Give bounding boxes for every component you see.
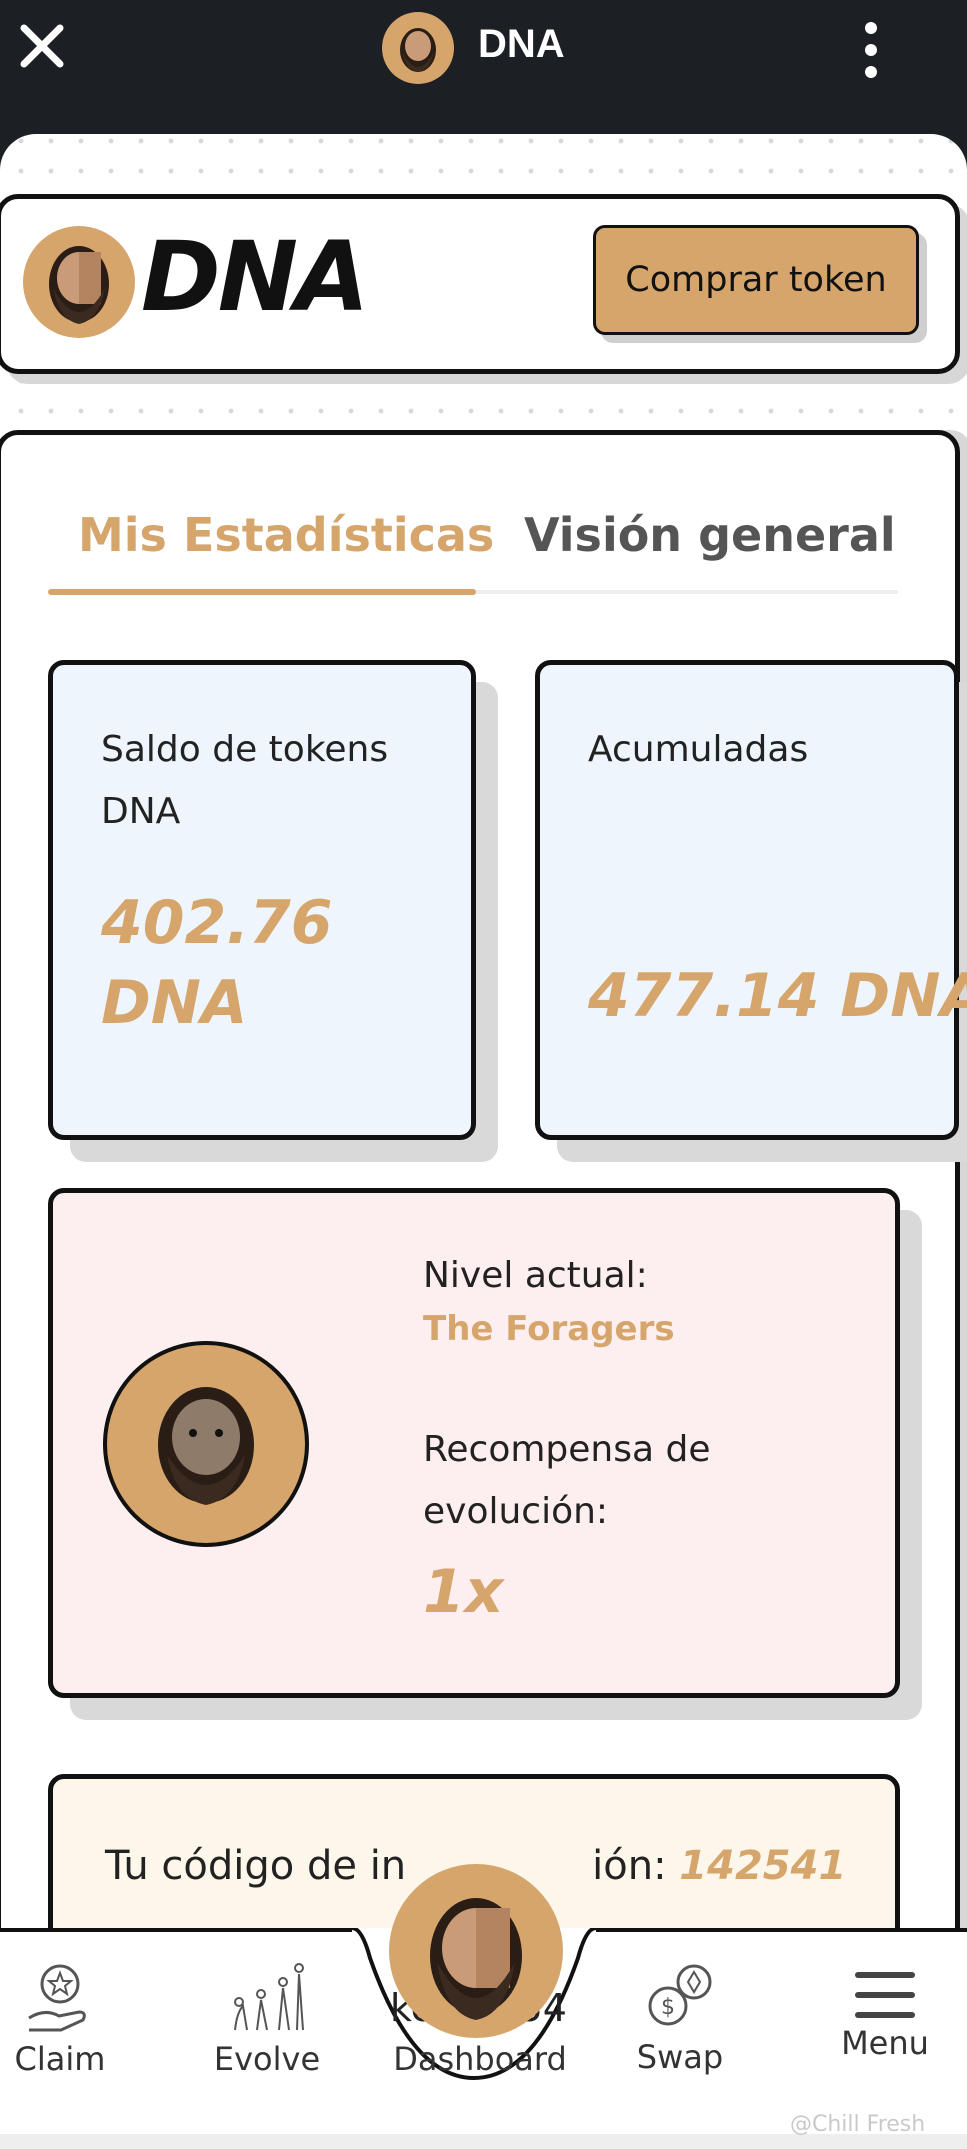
- invite-code: 142541: [679, 1843, 847, 1889]
- nav-menu[interactable]: Menu: [830, 1970, 940, 2062]
- nav-evolve[interactable]: Evolve: [212, 1956, 322, 2078]
- brand-name: DNA: [141, 221, 369, 333]
- forager-avatar-icon: [103, 1341, 309, 1547]
- token-balance-label: Saldo de tokens DNA: [101, 729, 389, 832]
- hamburger-icon: [855, 1972, 915, 2018]
- nav-claim-label: Claim: [14, 2040, 106, 2078]
- token-balance-card: Saldo de tokens DNA 402.76 DNA: [48, 660, 476, 1140]
- current-level-label: Nivel actual:: [423, 1255, 648, 1296]
- current-level-value: The Foragers: [423, 1309, 675, 1349]
- accumulated-label: Acumuladas: [588, 729, 809, 770]
- app-title: DNA: [478, 22, 565, 66]
- brand-header: DNA Comprar token: [0, 194, 960, 374]
- accumulated-card: Acumuladas 477.14 DNA: [535, 660, 967, 1140]
- nav-claim[interactable]: Claim: [8, 1960, 112, 2078]
- svg-text:$: $: [661, 1995, 675, 2020]
- evolution-icon: [234, 1963, 304, 2031]
- hand-badge-icon: [28, 1964, 86, 2032]
- nav-menu-label: Menu: [841, 2024, 929, 2062]
- nav-dashboard-label: Dashboard: [393, 2040, 567, 2078]
- evolution-reward-label: Recompensa de evolución:: [423, 1429, 711, 1532]
- tab-active-indicator: [48, 589, 476, 595]
- brand-logo-icon: [23, 226, 135, 338]
- app-avatar: [382, 12, 454, 84]
- dashboard-avatar-icon[interactable]: [389, 1864, 563, 2038]
- face-icon: [400, 28, 436, 72]
- token-balance-value: 402.76 DNA: [101, 888, 333, 1038]
- close-icon[interactable]: [18, 22, 66, 70]
- swap-coins-icon: $: [648, 1964, 712, 2026]
- top-bar: DNA: [0, 0, 967, 134]
- nav-dashboard[interactable]: Dashboard: [380, 2040, 580, 2078]
- watermark: @Chill Fresh: [790, 2112, 926, 2137]
- tab-my-stats[interactable]: Mis Estadísticas: [78, 508, 494, 562]
- level-card: Nivel actual: The Foragers Recompensa de…: [48, 1188, 900, 1698]
- invite-label-end: ión:: [592, 1843, 667, 1889]
- buy-token-button[interactable]: Comprar token: [593, 225, 919, 335]
- evolution-reward-value: 1x: [423, 1557, 504, 1627]
- nav-swap[interactable]: $ Swap: [630, 1958, 730, 2076]
- nav-evolve-label: Evolve: [213, 2040, 321, 2078]
- accumulated-value: 477.14 DNA: [588, 961, 967, 1031]
- nav-swap-label: Swap: [636, 2038, 724, 2076]
- invite-label-start: Tu código de in: [105, 1843, 407, 1889]
- tab-overview[interactable]: Visión general: [524, 508, 896, 562]
- more-options-icon[interactable]: [858, 20, 884, 80]
